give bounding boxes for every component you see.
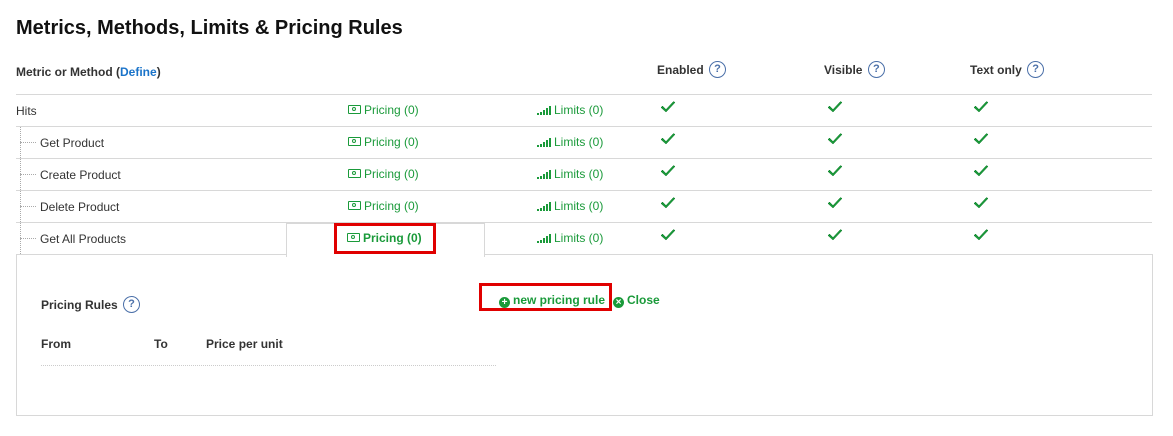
enabled-help-icon[interactable]: ? — [709, 61, 727, 78]
visible-checkmark-icon[interactable] — [827, 100, 843, 114]
enabled-checkmark-icon[interactable] — [660, 164, 676, 178]
pricing-link[interactable]: Pricing (0) — [348, 199, 419, 213]
limits-link[interactable]: Limits (0) — [537, 167, 603, 181]
limits-link[interactable]: Limits (0) — [537, 231, 603, 245]
bars-icon — [537, 170, 551, 179]
limits-label: Limits (0) — [554, 135, 604, 149]
money-icon — [348, 137, 361, 146]
text-only-checkmark-icon[interactable] — [973, 100, 989, 114]
table-row: Delete Product Pricing (0) Limits (0) — [0, 191, 1173, 223]
row-name: Create Product — [40, 168, 121, 182]
visible-checkmark-icon[interactable] — [827, 132, 843, 146]
money-icon — [348, 169, 361, 178]
new-pricing-rule-button[interactable]: + new pricing rule — [499, 293, 605, 308]
text-only-help-icon[interactable]: ? — [1027, 61, 1045, 78]
pricing-rules-title: Pricing Rules ? — [41, 296, 141, 313]
enabled-checkmark-icon[interactable] — [660, 100, 676, 114]
enabled-checkmark-icon[interactable] — [660, 228, 676, 242]
pricing-link[interactable]: Pricing (0) — [348, 167, 419, 181]
visible-checkmark-icon[interactable] — [827, 228, 843, 242]
visible-help-icon[interactable]: ? — [867, 61, 885, 78]
row-name: Get Product — [40, 136, 105, 150]
limits-link[interactable]: Limits (0) — [537, 103, 603, 117]
pricing-label: Pricing (0) — [364, 135, 419, 149]
highlight-pricing-link — [334, 223, 436, 254]
text-only-label: Text only — [970, 63, 1022, 77]
pricing-link[interactable]: Pricing (0) — [348, 135, 419, 149]
pricing-label: Pricing (0) — [364, 199, 419, 213]
enabled-column-header: Enabled ? — [657, 61, 727, 78]
pricing-rules-panel — [16, 254, 1153, 416]
table-row: Get Product Pricing (0) Limits (0) — [0, 127, 1173, 159]
close-label: Close — [627, 293, 660, 307]
limits-label: Limits (0) — [554, 103, 604, 117]
text-only-checkmark-icon[interactable] — [973, 196, 989, 210]
bars-icon — [537, 138, 551, 147]
money-icon — [348, 201, 361, 210]
limits-label: Limits (0) — [554, 199, 604, 213]
row-name: Delete Product — [40, 200, 120, 214]
text-only-column-header: Text only ? — [970, 61, 1045, 78]
visible-checkmark-icon[interactable] — [827, 164, 843, 178]
pricing-rules-separator — [41, 365, 496, 366]
col-price-per-unit: Price per unit — [206, 337, 283, 351]
row-name: Hits — [16, 104, 37, 118]
pricing-label: Pricing (0) — [364, 103, 419, 117]
row-name: Get All Products — [40, 232, 127, 246]
enabled-label: Enabled — [657, 63, 704, 77]
metric-label-post: ) — [156, 65, 161, 79]
bars-icon — [537, 234, 551, 243]
define-link[interactable]: Define — [120, 65, 157, 79]
bars-icon — [537, 202, 551, 211]
pricing-link[interactable]: Pricing (0) — [348, 103, 419, 117]
visible-label: Visible — [824, 63, 863, 77]
table-row: Hits Pricing (0) Limits (0) — [0, 95, 1173, 127]
table-row: Get All Products Pricing (0) Limits (0) — [0, 223, 1173, 255]
tree-branch — [20, 238, 36, 239]
close-button[interactable]: × Close — [613, 293, 660, 308]
metric-column-header: Metric or Method (Define) — [16, 65, 161, 79]
metric-label-pre: Metric or Method ( — [16, 65, 120, 79]
visible-checkmark-icon[interactable] — [827, 196, 843, 210]
limits-link[interactable]: Limits (0) — [537, 199, 603, 213]
page-title: Metrics, Methods, Limits & Pricing Rules — [16, 17, 403, 39]
plus-circle-icon: + — [499, 297, 510, 308]
limits-label: Limits (0) — [554, 167, 604, 181]
pricing-rules-help-icon[interactable]: ? — [123, 296, 141, 313]
col-to: To — [154, 337, 168, 351]
enabled-checkmark-icon[interactable] — [660, 196, 676, 210]
text-only-checkmark-icon[interactable] — [973, 164, 989, 178]
enabled-checkmark-icon[interactable] — [660, 132, 676, 146]
col-from: From — [41, 337, 71, 351]
bars-icon — [537, 106, 551, 115]
pricing-rules-label: Pricing Rules — [41, 298, 118, 312]
pricing-label: Pricing (0) — [364, 167, 419, 181]
text-only-checkmark-icon[interactable] — [973, 132, 989, 146]
tree-branch — [20, 142, 36, 143]
text-only-checkmark-icon[interactable] — [973, 228, 989, 242]
limits-label: Limits (0) — [554, 231, 604, 245]
visible-column-header: Visible ? — [824, 61, 885, 78]
money-icon — [348, 105, 361, 114]
tree-branch — [20, 206, 36, 207]
close-circle-icon: × — [613, 297, 624, 308]
tree-branch — [20, 174, 36, 175]
new-pricing-rule-label: new pricing rule — [513, 293, 606, 307]
limits-link[interactable]: Limits (0) — [537, 135, 603, 149]
table-row: Create Product Pricing (0) Limits (0) — [0, 159, 1173, 191]
